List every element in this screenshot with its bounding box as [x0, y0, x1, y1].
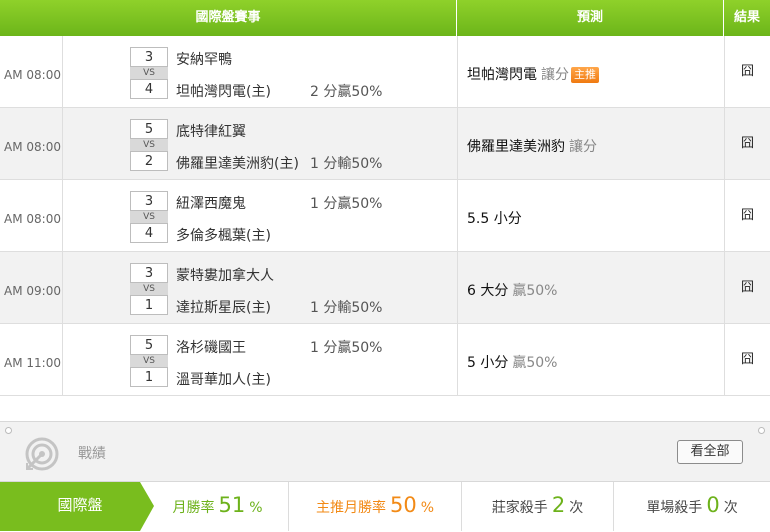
- prediction-cell: 5 小分 贏50%: [457, 324, 724, 395]
- prediction-cell: 5.5 小分: [457, 180, 724, 251]
- banker-killer-value: 2: [551, 493, 566, 517]
- score-away: 5: [130, 119, 168, 139]
- result-cell: 囧: [724, 108, 770, 179]
- match-time: AM 08:00: [0, 108, 63, 179]
- result-cell: 囧: [724, 252, 770, 323]
- main-win-rate-label: 主推月勝率: [315, 500, 386, 516]
- match-list: AM 08:00 3 VS 4 安納罕鴨 坦帕灣閃電(主) 2 分贏50% 坦帕灣閃電 讓分 主推…: [0, 36, 770, 396]
- score-home: 2: [130, 151, 168, 171]
- prediction-type: 讓分: [569, 139, 597, 155]
- corner-dot-icon: [758, 427, 765, 434]
- team-home: 溫哥華加人(主): [176, 372, 271, 388]
- team-away: 安納罕鴨: [176, 52, 232, 68]
- header-prediction: 預測: [457, 0, 724, 36]
- handicap-line: 1 分輸50%: [310, 300, 383, 316]
- header-event: 國際盤賽事: [0, 0, 457, 36]
- view-all-button[interactable]: 看全部: [677, 440, 743, 464]
- banker-killer-unit: 次: [569, 500, 584, 516]
- prediction: 5.5 小分: [467, 208, 526, 228]
- main-win-rate-value: 50: [389, 493, 417, 517]
- stats-label: 國際盤: [57, 496, 103, 514]
- prediction-type: 讓分: [541, 67, 569, 83]
- vs-label: VS: [130, 283, 168, 295]
- result-cell: 囧: [724, 324, 770, 395]
- monthly-win-rate-unit: %: [249, 500, 263, 516]
- stats-bar: 國際盤 月勝率 51% 主推月勝率 50% 莊家殺手 2 次 單場殺手 0 次: [0, 482, 770, 531]
- vs-label: VS: [130, 139, 168, 151]
- table-row: AM 09:00 3 VS 1 蒙特婁加拿大人 達拉斯星辰(主) 1 分輸50% 6 大分 贏5…: [0, 252, 770, 324]
- score-away: 3: [130, 191, 168, 211]
- prediction: 6 大分 贏50%: [467, 280, 557, 300]
- header-result: 結果: [733, 10, 760, 25]
- single-killer-label: 單場殺手: [646, 500, 703, 516]
- match-time: AM 08:00: [0, 36, 63, 107]
- table-header: 國際盤賽事 預測 結果: [0, 0, 770, 36]
- main-win-rate-unit: %: [420, 500, 435, 516]
- prediction-pick: 5.5 小分: [467, 211, 522, 227]
- prediction-cell: 坦帕灣閃電 讓分 主推: [457, 36, 724, 107]
- score-home: 1: [130, 367, 168, 387]
- handicap-line: 1 分贏50%: [310, 340, 383, 356]
- team-away: 底特律紅翼: [176, 124, 246, 140]
- team-away: 紐澤西魔鬼: [176, 196, 246, 212]
- team-away: 洛杉磯國王: [176, 340, 246, 356]
- banker-killer-label: 莊家殺手: [491, 500, 548, 516]
- score-away: 3: [130, 263, 168, 283]
- monthly-win-rate-value: 51: [218, 493, 246, 517]
- prediction-pick: 佛羅里達美洲豹: [467, 139, 565, 155]
- score-home: 1: [130, 295, 168, 315]
- team-home: 坦帕灣閃電(主): [176, 84, 271, 100]
- prediction: 5 小分 贏50%: [467, 352, 557, 372]
- featured-badge: 主推: [571, 67, 599, 83]
- handicap-line: 2 分贏50%: [310, 84, 383, 100]
- vs-label: VS: [130, 67, 168, 79]
- score-away: 3: [130, 47, 168, 67]
- single-killer-value: 0: [706, 493, 720, 517]
- prediction-pick: 坦帕灣閃電: [467, 67, 537, 83]
- score-away: 5: [130, 335, 168, 355]
- monthly-win-rate-label: 月勝率: [172, 500, 215, 516]
- match-time: AM 09:00: [0, 252, 63, 323]
- result-cell: 囧: [724, 180, 770, 251]
- prediction: 佛羅里達美洲豹 讓分: [467, 136, 597, 156]
- vs-label: VS: [130, 355, 168, 367]
- handicap-line: 1 分輸50%: [310, 156, 383, 172]
- record-panel: 戰績 看全部: [0, 421, 770, 482]
- single-killer-unit: 次: [723, 500, 738, 516]
- result-cell: 囧: [724, 36, 770, 107]
- table-row: AM 08:00 3 VS 4 紐澤西魔鬼多倫多楓葉(主) 1 分贏50% 5.5 小分 囧: [0, 180, 770, 252]
- banker-killer: 莊家殺手 2 次: [462, 482, 613, 531]
- match-time: AM 11:00: [0, 324, 63, 395]
- prediction-cell: 6 大分 贏50%: [457, 252, 724, 323]
- prediction-cell: 佛羅里達美洲豹 讓分: [457, 108, 724, 179]
- prediction: 坦帕灣閃電 讓分 主推: [467, 64, 599, 84]
- score-home: 4: [130, 79, 168, 99]
- table-row: AM 08:00 3 VS 4 安納罕鴨坦帕灣閃電(主) 2 分贏50% 坦帕灣閃電 讓分 主推…: [0, 36, 770, 108]
- prediction-type: 贏50%: [512, 283, 558, 299]
- corner-dot-icon: [5, 427, 12, 434]
- single-killer: 單場殺手 0 次: [614, 482, 770, 531]
- table-row: AM 11:00 5 VS 1 洛杉磯國王溫哥華加人(主) 1 分贏50% 5 小分 贏50%…: [0, 324, 770, 396]
- panel-title: 戰績: [78, 446, 106, 462]
- team-home: 佛羅里達美洲豹(主): [176, 156, 299, 172]
- prediction-pick: 6 大分: [467, 283, 509, 299]
- score-home: 4: [130, 223, 168, 243]
- vs-label: VS: [130, 211, 168, 223]
- prediction-type: 贏50%: [512, 355, 558, 371]
- target-icon: [25, 437, 59, 471]
- team-away: 蒙特婁加拿大人: [176, 268, 274, 284]
- main-monthly-win-rate: 主推月勝率 50%: [289, 482, 461, 531]
- monthly-win-rate: 月勝率 51%: [155, 482, 280, 531]
- table-row: AM 08:00 5 VS 2 底特律紅翼佛羅里達美洲豹(主) 1 分輸50% 佛羅里達美洲…: [0, 108, 770, 180]
- prediction-pick: 5 小分: [467, 355, 509, 371]
- handicap-line: 1 分贏50%: [310, 196, 383, 212]
- team-home: 多倫多楓葉(主): [176, 228, 271, 244]
- team-home: 達拉斯星辰(主): [176, 300, 271, 316]
- match-time: AM 08:00: [0, 180, 63, 251]
- stats-label-arrow-icon: [140, 482, 154, 531]
